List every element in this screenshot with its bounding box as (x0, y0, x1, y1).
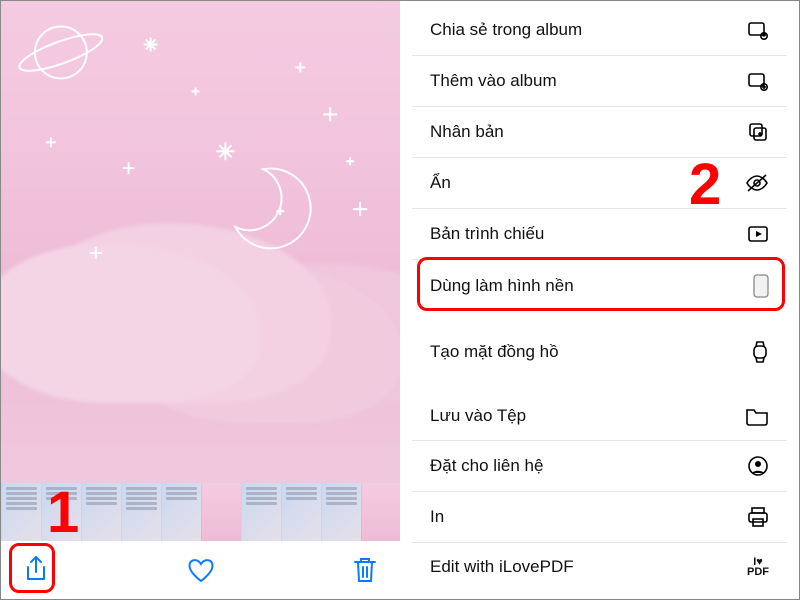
hide-icon (745, 172, 769, 194)
menu-label: Thêm vào album (430, 71, 557, 91)
menu-label: Edit with iLovePDF (430, 557, 574, 577)
share-icon (23, 555, 49, 585)
menu-label: Ẩn (430, 173, 451, 193)
menu-group-3: Lưu vào Tệp Đặt cho liên hệ In Edit with… (412, 392, 787, 591)
menu-label: Lưu vào Tệp (430, 406, 526, 426)
contact-icon (747, 455, 769, 477)
menu-group-2: Tạo mặt đồng hồ (412, 326, 787, 378)
thumbnail[interactable] (161, 483, 201, 541)
menu-label: In (430, 507, 444, 527)
add-album-icon (747, 70, 769, 92)
menu-item-duplicate[interactable]: Nhân bản (412, 107, 787, 158)
thumbnail-selected[interactable] (201, 483, 241, 541)
favorite-button[interactable] (184, 553, 218, 587)
thumbnail[interactable] (361, 483, 400, 541)
trash-icon (352, 555, 378, 585)
watch-icon (751, 340, 769, 364)
menu-item-add-album[interactable]: Thêm vào album (412, 56, 787, 107)
menu-item-ilovepdf[interactable]: Edit with iLovePDF I♥PDF (412, 543, 787, 591)
menu-label: Chia sẻ trong album (430, 20, 582, 40)
folder-icon (745, 406, 769, 426)
thumbnail-strip[interactable] (1, 483, 400, 541)
slideshow-icon (747, 223, 769, 245)
menu-label: Bản trình chiếu (430, 224, 544, 244)
photo-viewer-panel (1, 1, 400, 599)
shared-album-icon (747, 19, 769, 41)
duplicate-icon (747, 121, 769, 143)
delete-button[interactable] (348, 553, 382, 587)
thumbnail[interactable] (281, 483, 321, 541)
menu-item-print[interactable]: In (412, 492, 787, 543)
menu-group-1: Chia sẻ trong album Thêm vào album Nhân … (412, 5, 787, 312)
menu-label: Đặt cho liên hệ (430, 456, 543, 476)
menu-label: Tạo mặt đồng hồ (430, 342, 559, 362)
share-button[interactable] (19, 553, 53, 587)
menu-item-hide[interactable]: Ẩn (412, 158, 787, 209)
thumbnail[interactable] (121, 483, 161, 541)
app-container: Chia sẻ trong album Thêm vào album Nhân … (1, 1, 799, 599)
photo-preview[interactable] (1, 1, 400, 483)
thumbnail[interactable] (81, 483, 121, 541)
thumbnail[interactable] (321, 483, 361, 541)
menu-label: Dùng làm hình nền (430, 276, 574, 296)
doodle-overlay (1, 1, 400, 483)
menu-label: Nhân bản (430, 122, 504, 142)
menu-item-assign-contact[interactable]: Đặt cho liên hệ (412, 441, 787, 492)
menu-item-wallpaper[interactable]: Dùng làm hình nền (412, 260, 787, 312)
thumbnail[interactable] (41, 483, 81, 541)
menu-item-slideshow[interactable]: Bản trình chiếu (412, 209, 787, 260)
ilovepdf-icon: I♥PDF (747, 557, 769, 577)
wallpaper-icon (753, 274, 769, 298)
print-icon (747, 506, 769, 528)
thumbnail[interactable] (1, 483, 41, 541)
bottom-toolbar (1, 541, 400, 599)
menu-item-watch-face[interactable]: Tạo mặt đồng hồ (412, 326, 787, 378)
share-menu-panel: Chia sẻ trong album Thêm vào album Nhân … (400, 1, 799, 599)
thumbnail[interactable] (241, 483, 281, 541)
menu-item-save-files[interactable]: Lưu vào Tệp (412, 392, 787, 441)
menu-item-shared-album[interactable]: Chia sẻ trong album (412, 5, 787, 56)
heart-icon (186, 556, 216, 584)
